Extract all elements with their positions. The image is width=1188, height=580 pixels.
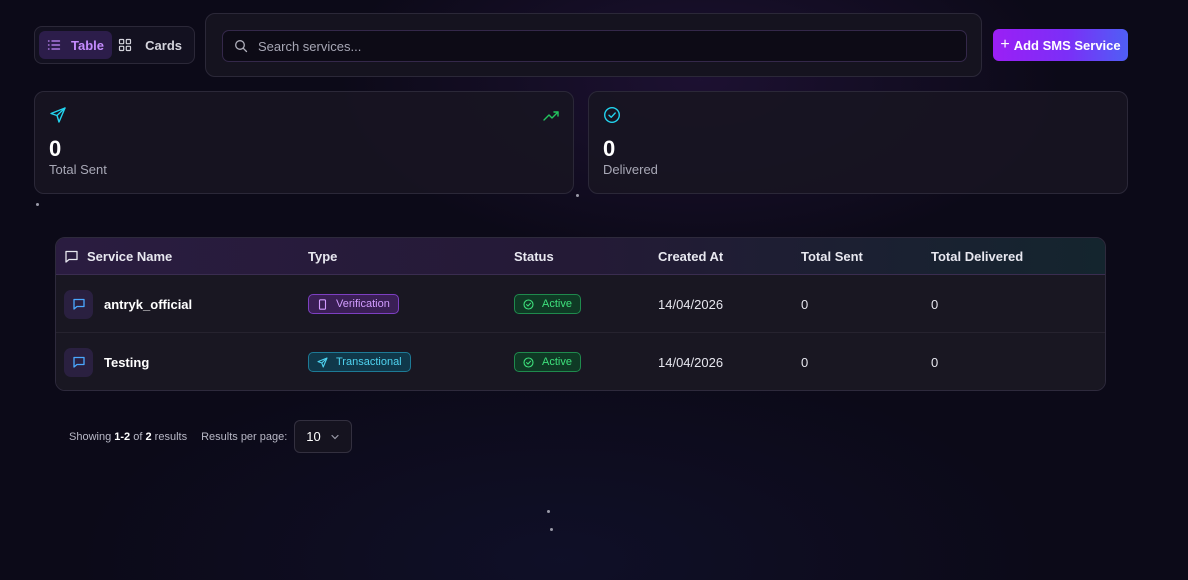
- total-sent-card: 0 Total Sent: [34, 91, 574, 194]
- cards-view-label: Cards: [145, 37, 182, 53]
- results-summary: Showing 1-2 of 2 results: [69, 431, 187, 443]
- total-sent-cell: 0: [801, 296, 809, 312]
- header-label: Service Name: [87, 249, 173, 264]
- per-page-label: Results per page:: [201, 430, 288, 443]
- header-service-name[interactable]: Service Name: [64, 238, 172, 275]
- total-sent-value: 0: [49, 136, 62, 161]
- type-label: Transactional: [336, 356, 402, 368]
- services-table: Service Name Type Status Created At Tota…: [55, 237, 1106, 391]
- table-view-label: Table: [71, 37, 104, 53]
- service-name-cell: antryk_official: [64, 275, 192, 333]
- check-circle-icon: [603, 106, 621, 124]
- check-circle-icon: [523, 356, 534, 368]
- header-created-at[interactable]: Created At: [658, 238, 723, 275]
- results-text: results: [154, 430, 188, 443]
- particle-dot: [576, 194, 579, 197]
- header-type[interactable]: Type: [308, 238, 337, 275]
- search-input[interactable]: [258, 38, 938, 54]
- plus-icon: +: [1000, 36, 1010, 53]
- header-total-delivered[interactable]: Total Delivered: [931, 238, 1023, 275]
- status-cell: Active: [514, 333, 581, 390]
- results-range: 1-2: [114, 430, 131, 443]
- created-at-cell: 14/04/2026: [658, 354, 724, 370]
- send-icon: [317, 356, 328, 368]
- grid-icon: [118, 38, 132, 52]
- type-label: Verification: [336, 298, 390, 310]
- results-total: 2: [145, 430, 152, 443]
- delivered-card: 0 Delivered: [588, 91, 1128, 194]
- list-icon: [47, 38, 61, 52]
- check-circle-icon: [523, 298, 534, 310]
- particle-dot: [36, 203, 39, 206]
- table-row[interactable]: antryk_official Verification Active 14/0…: [56, 275, 1105, 333]
- pagination: Showing 1-2 of 2 results Results per pag…: [69, 420, 353, 453]
- total-sent-cell: 0: [801, 354, 809, 370]
- status-label: Active: [542, 356, 572, 368]
- per-page-value: 10: [306, 429, 321, 444]
- total-sent-label: Total Sent: [49, 162, 107, 177]
- particle-dot: [547, 510, 550, 513]
- add-sms-service-label: Add SMS Service: [1013, 37, 1121, 53]
- of-text: of: [133, 430, 143, 443]
- type-cell: Verification: [308, 275, 399, 333]
- particle-dot: [550, 528, 553, 531]
- add-sms-service-button[interactable]: + Add SMS Service: [993, 29, 1128, 61]
- trending-up-icon: [543, 109, 559, 121]
- type-badge: Verification: [308, 294, 399, 314]
- table-row[interactable]: Testing Transactional Active 14/04/2026 …: [56, 333, 1105, 390]
- status-cell: Active: [514, 275, 581, 333]
- smartphone-icon: [317, 298, 328, 310]
- chevron-down-icon: [330, 433, 340, 441]
- showing-prefix: Showing: [69, 430, 112, 443]
- total-delivered-cell: 0: [931, 296, 939, 312]
- status-badge: Active: [514, 352, 581, 372]
- search-box[interactable]: [222, 30, 967, 62]
- total-delivered-cell: 0: [931, 354, 939, 370]
- send-icon: [49, 106, 67, 124]
- message-square-icon: [64, 347, 93, 377]
- status-label: Active: [542, 298, 572, 310]
- service-name: antryk_official: [104, 296, 193, 312]
- search-icon: [234, 39, 248, 53]
- message-square-icon: [64, 289, 93, 319]
- table-view-button[interactable]: Table: [39, 31, 113, 59]
- delivered-value: 0: [603, 136, 616, 161]
- type-badge: Transactional: [308, 352, 411, 372]
- cards-view-button[interactable]: Cards: [112, 31, 190, 59]
- service-name-cell: Testing: [64, 333, 150, 390]
- status-badge: Active: [514, 294, 581, 314]
- type-cell: Transactional: [308, 333, 411, 390]
- delivered-label: Delivered: [603, 162, 658, 177]
- message-square-icon: [64, 249, 79, 264]
- service-name: Testing: [104, 354, 150, 370]
- header-total-sent[interactable]: Total Sent: [801, 238, 863, 275]
- header-status[interactable]: Status: [514, 238, 554, 275]
- per-page-select[interactable]: 10: [294, 420, 353, 453]
- table-header: Service Name Type Status Created At Tota…: [56, 238, 1105, 275]
- view-toggle: Table Cards: [34, 26, 195, 64]
- search-panel: [205, 13, 982, 77]
- created-at-cell: 14/04/2026: [658, 296, 724, 312]
